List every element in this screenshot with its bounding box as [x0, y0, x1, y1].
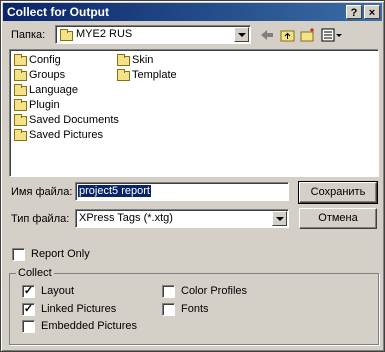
close-button[interactable]: × — [364, 5, 380, 19]
filename-input[interactable]: project5 report — [75, 182, 289, 201]
folder-icon — [117, 54, 130, 66]
layout-label: Layout — [41, 285, 75, 297]
layout-checkbox[interactable]: ✓ — [22, 285, 35, 298]
back-arrow-icon[interactable] — [259, 27, 275, 43]
filename-selected-text: project5 report — [78, 185, 151, 197]
embedded-pictures-label: Embedded Pictures — [41, 320, 137, 332]
embedded-pictures-checkbox[interactable] — [22, 320, 35, 333]
folder-icon — [14, 99, 27, 111]
linked-pictures-label: Linked Pictures — [41, 303, 117, 315]
view-menu-icon[interactable] — [321, 27, 343, 43]
fonts-checkbox[interactable] — [162, 303, 175, 316]
color-profiles-label: Color Profiles — [181, 285, 248, 297]
folder-icon — [14, 54, 27, 66]
up-folder-icon[interactable] — [280, 27, 296, 43]
cancel-button[interactable]: Отмена — [299, 208, 377, 229]
title-bar[interactable]: Collect for Output ? × — [3, 3, 382, 21]
collect-for-output-dialog: Collect for Output ? × Папка: MYE2 RUS C… — [0, 0, 385, 352]
folder-combo[interactable]: MYE2 RUS — [55, 25, 251, 44]
folder-combo-value: MYE2 RUS — [76, 28, 133, 40]
file-list[interactable]: Config Groups Language Plugin Saved Docu… — [9, 49, 379, 177]
new-folder-icon[interactable] — [300, 27, 316, 43]
save-button[interactable]: Сохранить — [298, 181, 378, 204]
folder-icon — [60, 29, 73, 41]
folder-icon — [14, 114, 27, 126]
filetype-combo-value: XPress Tags (*.xtg) — [79, 212, 173, 224]
folder-label: Папка: — [11, 29, 46, 41]
folder-icon — [14, 69, 27, 81]
folder-icon — [14, 129, 27, 141]
collect-group: Collect ✓ Layout ✓ Linked Pictures Embed… — [9, 267, 379, 345]
help-button[interactable]: ? — [346, 5, 362, 19]
filetype-combo[interactable]: XPress Tags (*.xtg) — [75, 209, 289, 228]
color-profiles-checkbox[interactable] — [162, 285, 175, 298]
linked-pictures-checkbox[interactable]: ✓ — [22, 303, 35, 316]
fonts-label: Fonts — [181, 303, 209, 315]
folder-icon — [14, 84, 27, 96]
report-only-label: Report Only — [31, 248, 90, 260]
folder-icon — [117, 69, 130, 81]
collect-group-title: Collect — [16, 267, 54, 279]
chevron-down-icon[interactable] — [234, 27, 249, 42]
filename-label: Имя файла: — [11, 186, 73, 198]
window-title: Collect for Output — [7, 5, 109, 19]
filetype-label: Тип файла: — [11, 213, 70, 225]
report-only-checkbox[interactable] — [12, 248, 25, 261]
chevron-down-icon[interactable] — [272, 211, 287, 226]
